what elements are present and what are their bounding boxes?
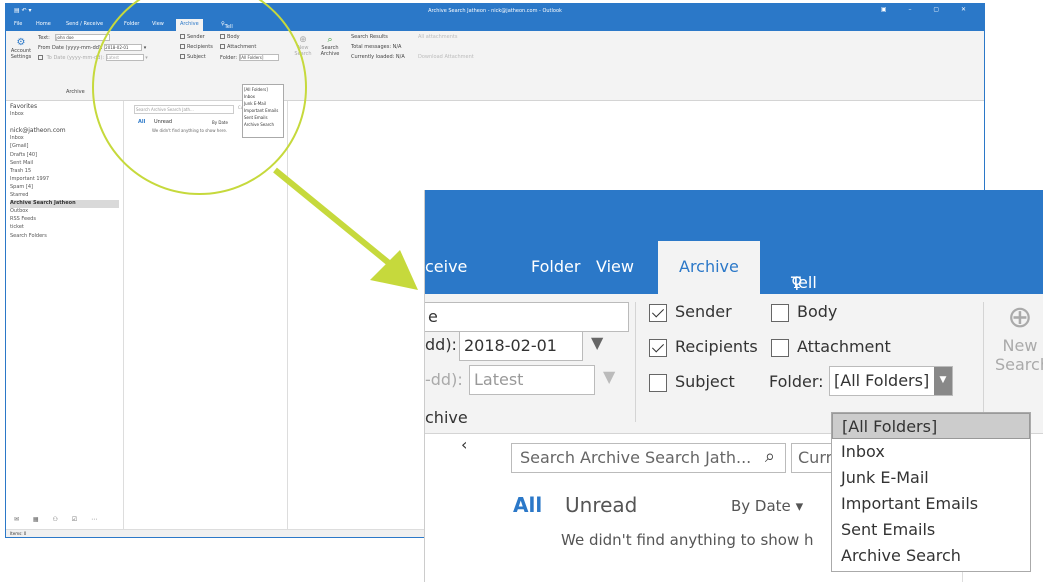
body-checkbox[interactable]: [771, 303, 789, 322]
sort-label: By Date: [731, 497, 791, 515]
folder-option[interactable]: Archive Search: [832, 543, 1030, 569]
ribbon-separator: [635, 302, 636, 422]
zoom-body-option[interactable]: Body: [771, 302, 837, 322]
zoom-to-label: -dd):: [425, 370, 463, 389]
empty-message: We didn't find anything to show h: [561, 531, 814, 549]
zoom-recipients-option[interactable]: Recipients: [649, 337, 758, 357]
zoom-from-label: dd):: [425, 335, 457, 354]
body-label: Body: [797, 302, 838, 321]
zoomed-ribbon-view: ceive Folder View Archive ♀ Tell me what…: [424, 190, 1043, 582]
zoom-search-placeholder: Search Archive Search Jath...: [520, 448, 752, 467]
zoom-from-input[interactable]: 2018-02-01: [459, 331, 583, 361]
folder-option[interactable]: Important Emails: [832, 491, 1030, 517]
filter-unread[interactable]: Unread: [565, 493, 637, 517]
new-search-icon: ⊕: [1007, 300, 1033, 335]
zoom-sender-option[interactable]: Sender: [649, 302, 732, 322]
zoom-tab-receive[interactable]: ceive: [425, 257, 467, 276]
recipients-label: Recipients: [675, 337, 758, 356]
recipients-checkbox[interactable]: [649, 338, 667, 357]
folder-option[interactable]: Sent Emails: [832, 517, 1030, 543]
sender-label: Sender: [675, 302, 732, 321]
sort-by-date[interactable]: By Date ▾: [731, 497, 803, 515]
attachment-checkbox[interactable]: [771, 338, 789, 357]
zoom-group-label: chive: [425, 408, 468, 427]
zoom-attachment-option[interactable]: Attachment: [771, 337, 891, 357]
zoom-search-box[interactable]: Search Archive Search Jath... ⌕: [511, 443, 786, 473]
zoom-to-dropdown-icon[interactable]: ▼: [603, 367, 615, 386]
subject-label: Subject: [675, 372, 735, 391]
subject-checkbox[interactable]: [649, 373, 667, 392]
folder-dropdown-arrow-icon[interactable]: ▼: [934, 367, 952, 395]
zoom-folder-label: Folder:: [769, 372, 824, 391]
zoom-from-dropdown-icon[interactable]: ▼: [591, 333, 603, 352]
search-icon[interactable]: ⌕: [765, 446, 775, 467]
zoom-tab-view[interactable]: View: [596, 257, 634, 276]
zoom-tab-archive[interactable]: Archive: [658, 241, 760, 294]
attachment-label: Attachment: [797, 337, 891, 356]
folder-dropdown-list: [All Folders] Inbox Junk E-Mail Important E…: [831, 412, 1031, 572]
folder-option[interactable]: [All Folders]: [832, 413, 1030, 439]
zoom-new-search-button[interactable]: ⊕ New Search: [995, 300, 1043, 374]
ribbon-separator-2: [983, 302, 984, 422]
zoom-to-input[interactable]: Latest: [469, 365, 595, 395]
zoom-text-input[interactable]: e: [425, 302, 629, 332]
zoom-new-label: New: [1002, 336, 1038, 355]
zoom-tab-folder[interactable]: Folder: [531, 257, 580, 276]
sender-checkbox[interactable]: [649, 303, 667, 322]
zoom-folder-value: [All Folders]: [834, 371, 930, 390]
folder-option[interactable]: Inbox: [832, 439, 1030, 465]
zoom-folder-select[interactable]: [All Folders] ▼: [829, 366, 953, 396]
filter-all[interactable]: All: [513, 493, 542, 517]
zoom-title-bar: [425, 190, 1043, 241]
zoom-tabs: ceive Folder View Archive ♀ Tell me what…: [425, 241, 1043, 406]
folder-option[interactable]: Junk E-Mail: [832, 465, 1030, 491]
zoom-search-label: Search: [995, 355, 1043, 374]
zoom-subject-option[interactable]: Subject: [649, 372, 735, 392]
